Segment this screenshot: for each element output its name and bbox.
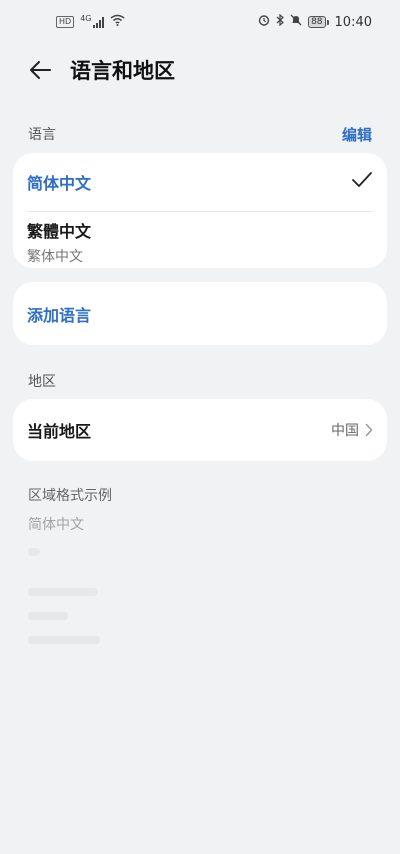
checkmark-icon xyxy=(351,171,373,193)
header: 语言和地区 xyxy=(0,44,400,96)
language-item-traditional-chinese[interactable]: 繁體中文 繁体中文 xyxy=(27,212,373,268)
current-region-value: 中国 xyxy=(331,423,359,439)
network-type: 4G xyxy=(80,14,92,23)
battery-level: 88 xyxy=(308,16,326,28)
edit-button[interactable]: 编辑 xyxy=(342,124,372,145)
back-arrow-icon xyxy=(30,61,51,79)
language-name: 繁體中文 xyxy=(27,222,92,241)
clock: 10:40 xyxy=(334,14,372,30)
current-region-row[interactable]: 当前地区 中国 xyxy=(13,399,387,461)
status-bar: HD 4G 88 10:40 xyxy=(0,0,400,44)
wifi-icon xyxy=(110,14,125,30)
add-language-button[interactable]: 添加语言 xyxy=(13,282,387,345)
language-section-label: 语言 xyxy=(28,127,56,143)
faded-line xyxy=(28,612,68,620)
back-button[interactable] xyxy=(12,44,68,96)
status-left: HD 4G xyxy=(56,14,125,30)
faded-line xyxy=(28,588,98,596)
chevron-right-icon xyxy=(365,423,373,437)
language-list-card: 简体中文 繁體中文 繁体中文 xyxy=(13,153,387,268)
language-section-header: 语言 编辑 xyxy=(28,122,372,146)
region-section-label: 地区 xyxy=(28,374,56,390)
faded-line xyxy=(28,548,40,556)
faded-line xyxy=(28,636,100,644)
signal-icon xyxy=(93,16,105,28)
hd-badge: HD xyxy=(56,16,75,28)
format-example-title: 区域格式示例 xyxy=(28,488,112,504)
battery-icon: 88 xyxy=(308,16,329,28)
alarm-icon xyxy=(258,14,270,30)
format-example-sample: 简体中文 xyxy=(28,517,84,533)
page-title: 语言和地区 xyxy=(70,59,175,83)
mute-icon xyxy=(290,14,302,30)
current-region-label: 当前地区 xyxy=(27,422,92,441)
add-language-label: 添加语言 xyxy=(27,305,92,325)
language-subtitle: 繁体中文 xyxy=(27,249,83,265)
status-right: 88 10:40 xyxy=(258,13,372,30)
language-item-simplified-chinese[interactable]: 简体中文 xyxy=(27,153,373,211)
region-section-header: 地区 xyxy=(28,369,372,393)
language-name: 简体中文 xyxy=(27,174,92,193)
bluetooth-icon xyxy=(276,13,284,30)
current-region-value-group: 中国 xyxy=(331,420,373,440)
